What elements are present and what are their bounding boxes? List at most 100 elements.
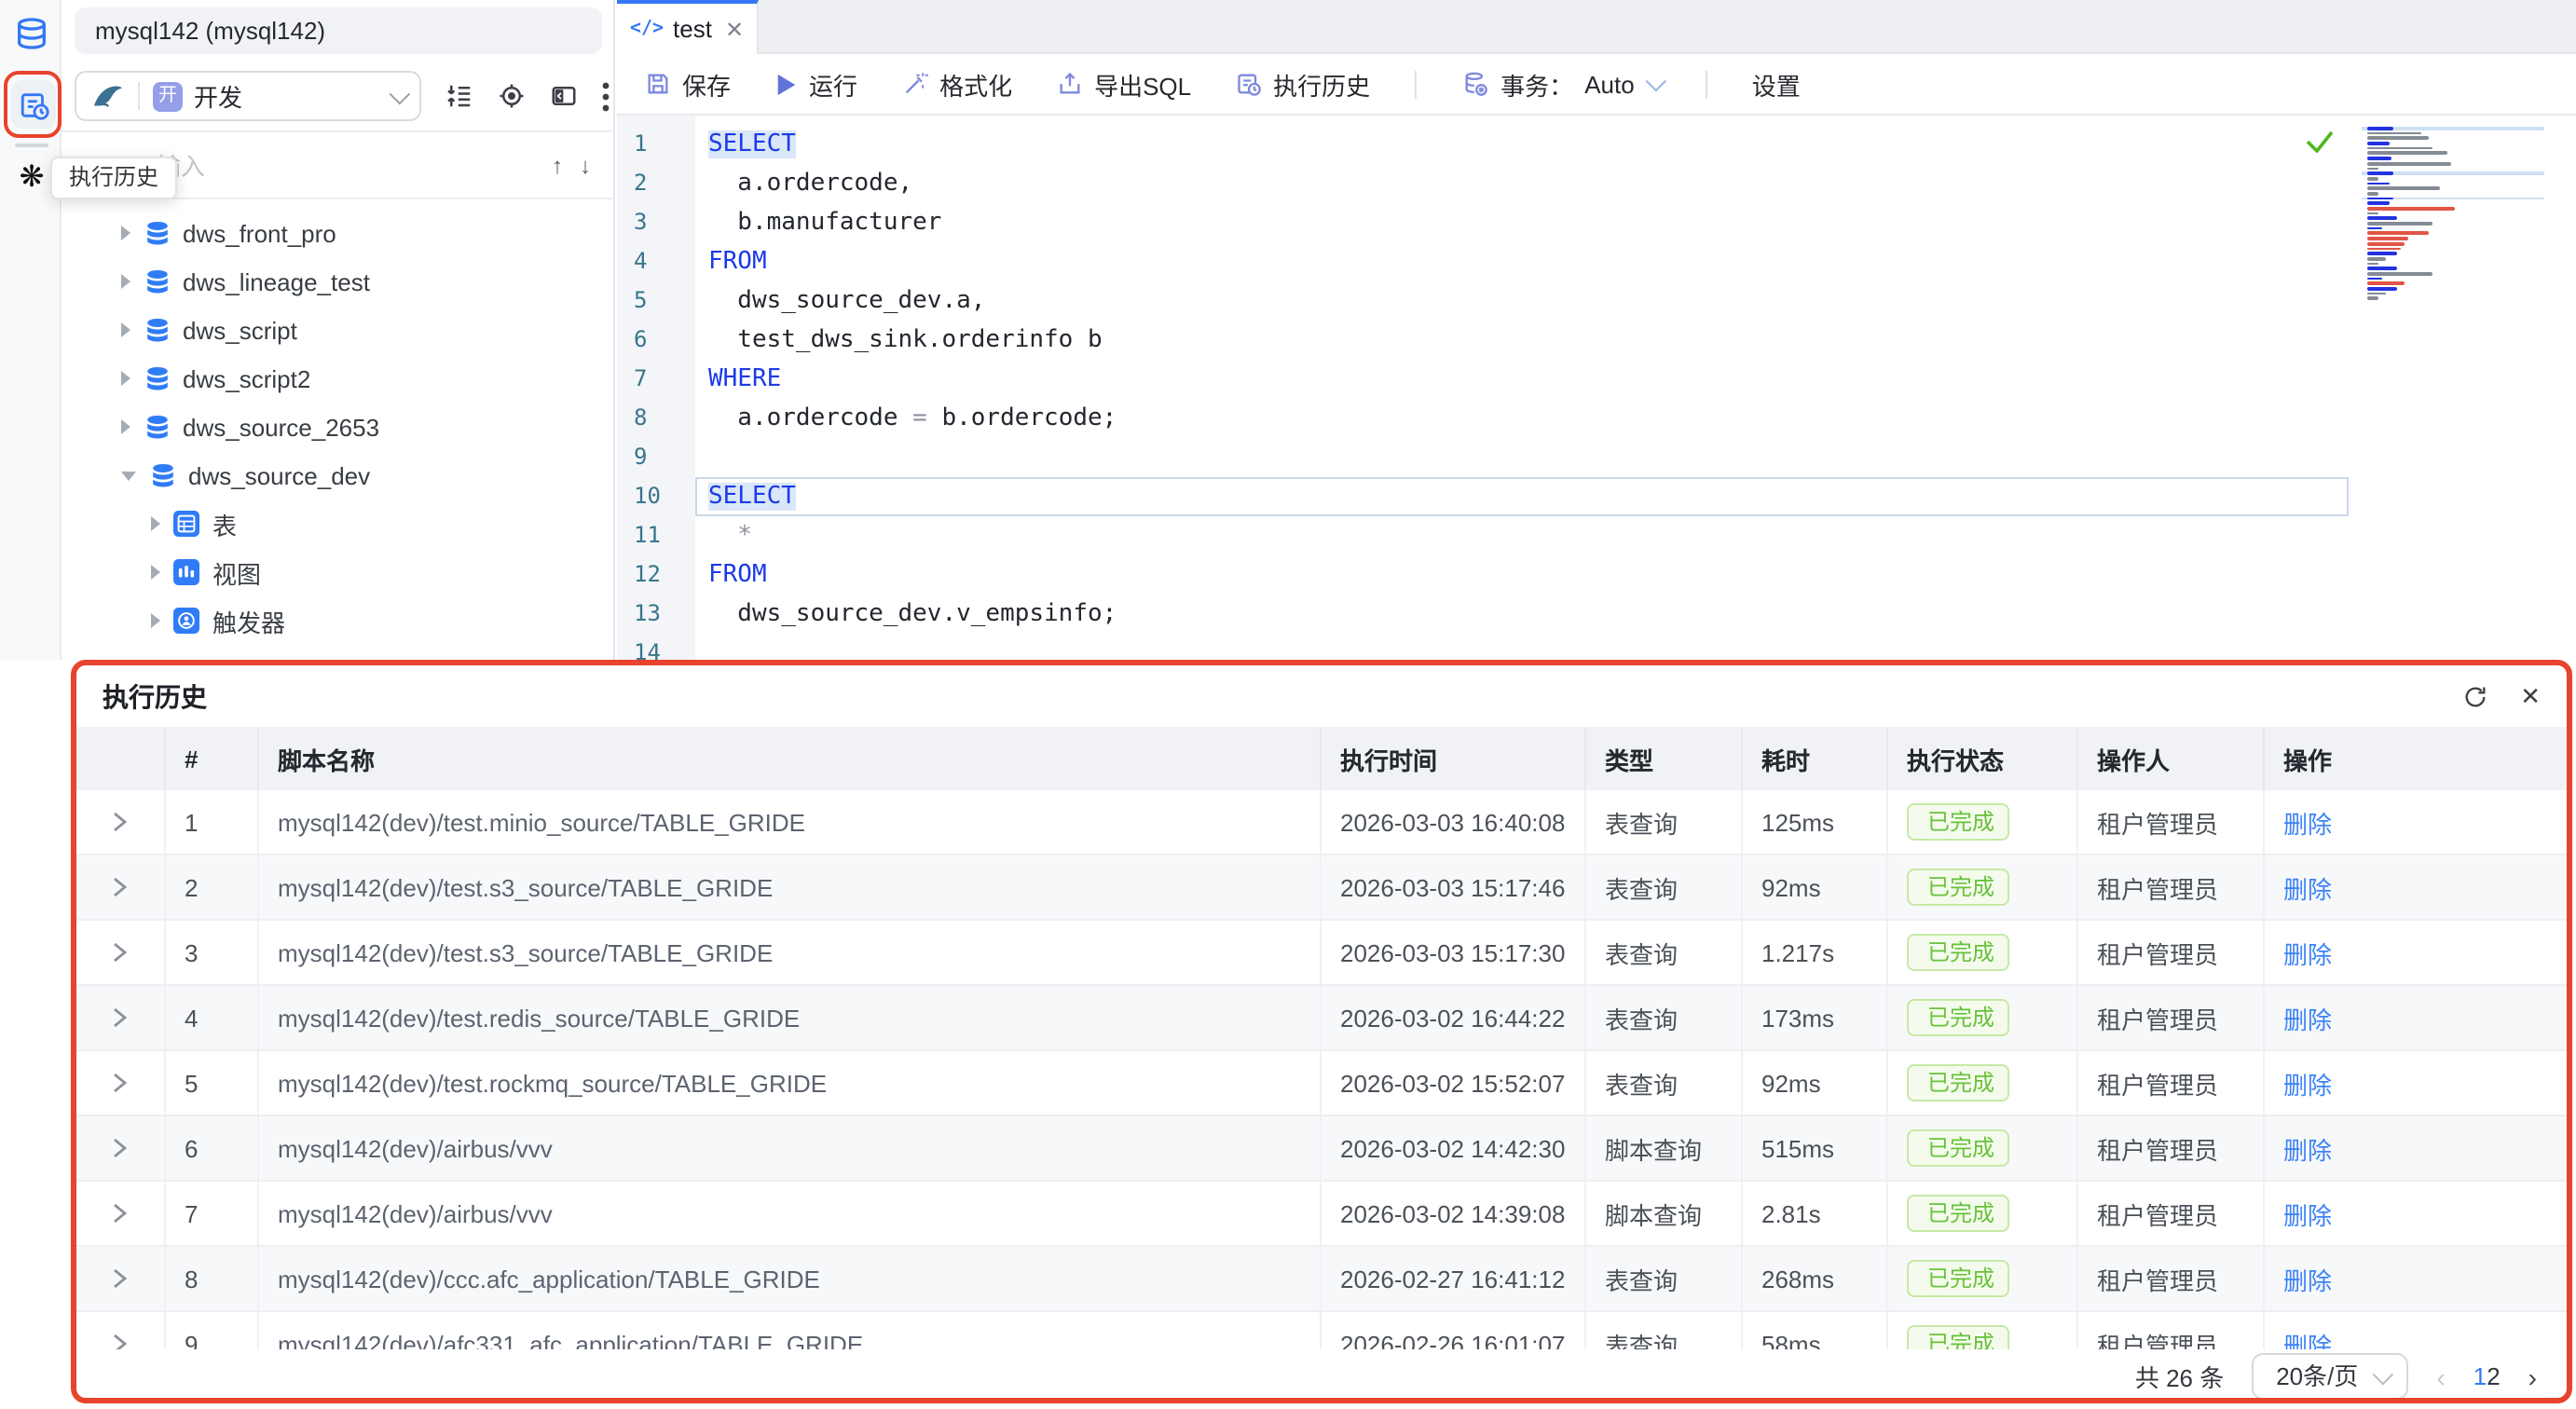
tree-item-dws_script2[interactable]: dws_script2	[62, 354, 615, 403]
delete-link[interactable]: 删除	[2265, 804, 2332, 840]
export-sql-button[interactable]: 导出SQL	[1057, 66, 1191, 102]
editor-line-14[interactable]: 14	[617, 634, 2576, 660]
database-icon	[144, 413, 171, 441]
editor-line-11[interactable]: 11 *	[617, 516, 2576, 555]
delete-link[interactable]: 删除	[2265, 869, 2332, 905]
history-row-2[interactable]: 2mysql142(dev)/test.s3_source/TABLE_GRID…	[76, 855, 2567, 921]
refresh-icon[interactable]	[2462, 683, 2488, 709]
ai-assistant-icon[interactable]: ❋	[11, 157, 52, 198]
close-tab-icon[interactable]: ✕	[725, 16, 744, 42]
sidebar-tool-icons	[445, 81, 610, 111]
delete-link[interactable]: 删除	[2265, 1326, 2332, 1349]
prev-page-icon[interactable]: ‹	[2436, 1361, 2445, 1391]
history-row-5[interactable]: 5mysql142(dev)/test.rockmq_source/TABLE_…	[76, 1051, 2567, 1116]
delete-link[interactable]: 删除	[2265, 1196, 2332, 1231]
tab-label: test	[673, 15, 712, 43]
arrow-up-icon[interactable]: ↑	[552, 152, 563, 178]
operator: 租户管理员	[2078, 935, 2218, 970]
arrow-down-icon[interactable]: ↓	[580, 152, 591, 178]
history-row-4[interactable]: 4mysql142(dev)/test.redis_source/TABLE_G…	[76, 986, 2567, 1051]
editor-line-2[interactable]: 2 a.ordercode,	[617, 164, 2576, 203]
editor-minimap[interactable]	[2356, 119, 2550, 309]
format-button[interactable]: 格式化	[902, 66, 1012, 102]
caret-collapsed-icon[interactable]	[151, 565, 160, 580]
editor-line-5[interactable]: 5 dws_source_dev.a,	[617, 281, 2576, 321]
caret-collapsed-icon[interactable]	[121, 274, 130, 289]
code-text: a.ordercode = b.ordercode;	[695, 399, 1117, 438]
locate-target-icon[interactable]	[498, 82, 526, 110]
settings-button[interactable]: 设置	[1752, 66, 1801, 102]
editor-line-10[interactable]: 10SELECT	[617, 477, 2576, 516]
row-expand-icon[interactable]	[112, 876, 129, 898]
row-expand-icon[interactable]	[112, 1137, 129, 1159]
chevron-down-icon	[1645, 71, 1666, 92]
editor-line-8[interactable]: 8 a.ordercode = b.ordercode;	[617, 399, 2576, 438]
close-panel-icon[interactable]: ✕	[2520, 681, 2541, 711]
line-number: 13	[617, 595, 695, 634]
caret-collapsed-icon[interactable]	[121, 371, 130, 386]
delete-link[interactable]: 删除	[2265, 935, 2332, 970]
tree-item-dws_script[interactable]: dws_script	[62, 306, 615, 354]
connection-title[interactable]: mysql142 (mysql142)	[75, 7, 602, 54]
save-button[interactable]: 保存	[645, 66, 731, 102]
caret-collapsed-icon[interactable]	[121, 322, 130, 337]
row-expand-icon[interactable]	[112, 1072, 129, 1094]
history-row-3[interactable]: 3mysql142(dev)/test.s3_source/TABLE_GRID…	[76, 921, 2567, 986]
transaction-dropdown[interactable]: 事务：Auto	[1461, 66, 1661, 102]
tab-test[interactable]: </> test ✕	[617, 0, 759, 54]
row-expand-icon[interactable]	[112, 1267, 129, 1290]
history-row-6[interactable]: 6mysql142(dev)/airbus/vvv2026-03-02 14:4…	[76, 1116, 2567, 1182]
caret-collapsed-icon[interactable]	[151, 516, 160, 531]
tree-item-dws_front_pro[interactable]: dws_front_pro	[62, 209, 615, 257]
more-options-kebab-icon[interactable]	[602, 81, 610, 111]
editor-line-9[interactable]: 9	[617, 438, 2576, 477]
tree-item-视图[interactable]: 视图	[62, 548, 615, 596]
page-size-select[interactable]: 20条/页	[2252, 1353, 2408, 1400]
history-row-8[interactable]: 8mysql142(dev)/ccc.afc_application/TABLE…	[76, 1247, 2567, 1312]
column-header-操作: 操作	[2263, 727, 2567, 790]
sql-editor[interactable]: 1SELECT2 a.ordercode,3 b.manufacturer4FR…	[617, 116, 2576, 660]
transaction-icon	[1461, 71, 1489, 97]
caret-collapsed-icon[interactable]	[121, 226, 130, 240]
editor-line-6[interactable]: 6 test_dws_sink.orderinfo b	[617, 321, 2576, 360]
next-page-icon[interactable]: ›	[2528, 1361, 2537, 1391]
caret-collapsed-icon[interactable]	[121, 419, 130, 434]
expand-column-header	[76, 727, 164, 790]
panel-title: 执行历史	[103, 677, 207, 715]
page-button-2[interactable]: 2	[2487, 1362, 2500, 1390]
history-row-1[interactable]: 1mysql142(dev)/test.minio_source/TABLE_G…	[76, 790, 2567, 855]
row-expand-icon[interactable]	[112, 941, 129, 964]
tree-item-dws_lineage_test[interactable]: dws_lineage_test	[62, 257, 615, 306]
execution-history-button[interactable]: 执行历史	[1236, 66, 1370, 102]
chevron-down-icon	[2373, 1364, 2394, 1386]
collapse-sidebar-icon[interactable]	[550, 82, 578, 110]
delete-link[interactable]: 删除	[2265, 1000, 2332, 1035]
database-connections-icon[interactable]	[11, 13, 52, 54]
editor-line-13[interactable]: 13 dws_source_dev.v_empsinfo;	[617, 595, 2576, 634]
tree-item-表[interactable]: 表	[62, 499, 615, 548]
editor-line-4[interactable]: 4FROM	[617, 242, 2576, 281]
history-row-9[interactable]: 9mysql142(dev)/afc331_afc_application/TA…	[76, 1312, 2567, 1349]
tree-item-触发器[interactable]: 触发器	[62, 596, 615, 645]
env-switcher-dropdown[interactable]: 开 开发	[75, 71, 421, 121]
caret-expanded-icon[interactable]	[121, 471, 136, 480]
history-row-7[interactable]: 7mysql142(dev)/airbus/vvv2026-03-02 14:3…	[76, 1182, 2567, 1247]
row-expand-icon[interactable]	[112, 1333, 129, 1349]
tree-item-dws_source_2653[interactable]: dws_source_2653	[62, 403, 615, 451]
execution-history-icon[interactable]	[11, 80, 56, 129]
editor-line-1[interactable]: 1SELECT	[617, 125, 2576, 164]
row-expand-icon[interactable]	[112, 1006, 129, 1029]
delete-link[interactable]: 删除	[2265, 1261, 2332, 1296]
tree-item-dws_source_dev[interactable]: dws_source_dev	[62, 451, 615, 499]
editor-line-12[interactable]: 12FROM	[617, 555, 2576, 595]
row-expand-icon[interactable]	[112, 811, 129, 833]
row-expand-icon[interactable]	[112, 1202, 129, 1224]
expand-collapse-list-icon[interactable]	[445, 82, 473, 110]
page-button-1[interactable]: 1	[2473, 1362, 2487, 1390]
editor-line-3[interactable]: 3 b.manufacturer	[617, 203, 2576, 242]
run-button[interactable]: 运行	[775, 66, 857, 102]
editor-line-7[interactable]: 7WHERE	[617, 360, 2576, 399]
delete-link[interactable]: 删除	[2265, 1130, 2332, 1166]
caret-collapsed-icon[interactable]	[151, 613, 160, 628]
delete-link[interactable]: 删除	[2265, 1065, 2332, 1101]
